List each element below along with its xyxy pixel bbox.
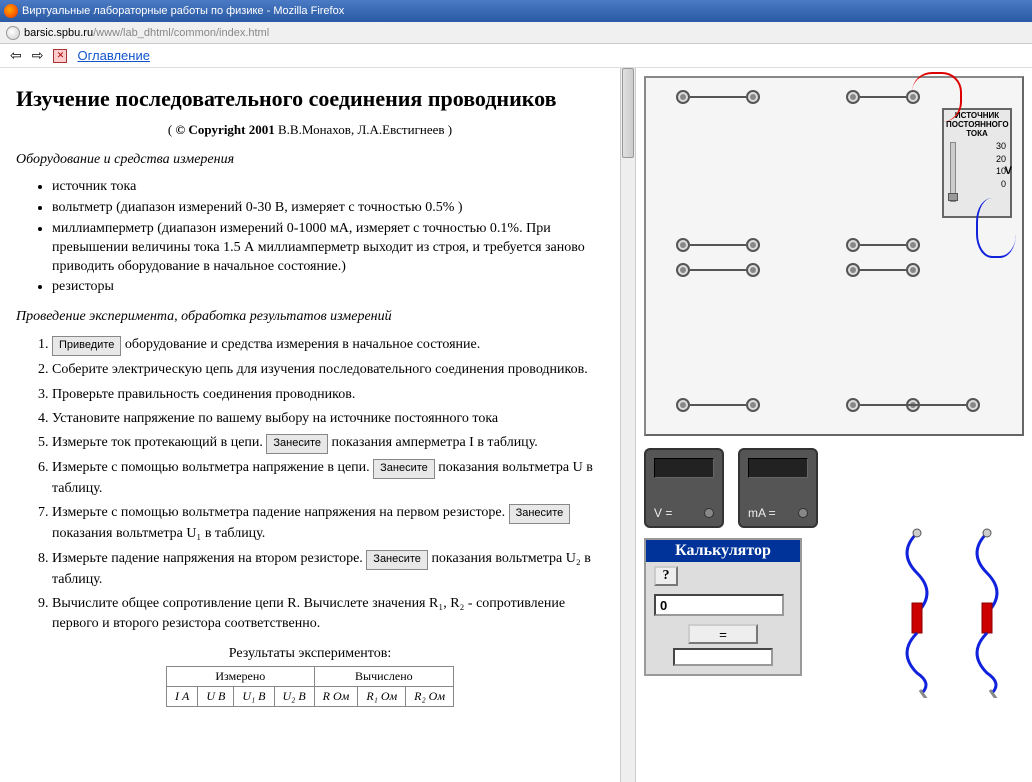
terminal[interactable] [846,238,860,252]
procedure-list: Приведите оборудование и средства измере… [52,335,604,634]
terminal[interactable] [746,398,760,412]
list-item: Приведите оборудование и средства измере… [52,335,604,356]
url-host: barsic.spbu.ru [24,27,93,39]
strip [860,404,966,406]
list-item: источник тока [52,178,604,197]
strip [690,96,746,98]
terminal[interactable] [846,263,860,277]
back-button[interactable]: ⇦ [10,47,22,64]
equipment-heading: Оборудование и средства измерения [16,152,604,168]
procedure-heading: Проведение эксперимента, обработка резул… [16,309,604,325]
strip [860,269,906,271]
power-supply[interactable]: ИСТОЧНИК ПОСТОЯННОГО ТОКА 3020100 V [942,108,1012,218]
resistor-probe[interactable] [962,528,1012,698]
terminal[interactable] [906,238,920,252]
results-table: ИзмереноВычислено I А U В U₁ В U₂ В R Ом… [166,666,454,707]
meter-terminal[interactable] [704,508,714,518]
psu-slider-knob[interactable] [948,193,958,201]
calculator-input[interactable] [654,594,784,616]
globe-icon [6,26,20,40]
copyright: ( © Copyright 2001 В.В.Монахов, Л.А.Евст… [16,122,604,138]
strip [690,244,746,246]
content-pane: Изучение последовательного соединения пр… [0,68,620,782]
list-item: Вычислите общее сопротивление цепи R. Вы… [52,594,604,635]
strip [860,96,906,98]
terminal[interactable] [746,263,760,277]
window-titlebar: Виртуальные лабораторные работы по физик… [0,0,1032,22]
save-button[interactable]: Занесите [509,504,571,524]
terminal[interactable] [676,238,690,252]
terminal[interactable] [746,238,760,252]
list-item: вольтметр (диапазон измерений 0-30 В, из… [52,199,604,218]
list-item: Проверьте правильность соединения провод… [52,385,604,405]
calculator-output [673,648,773,666]
page-toolbar: ⇦ ⇨ ✕ Оглавление [0,44,1032,68]
list-item: Измерьте с помощью вольтметра падение на… [52,503,604,544]
ammeter-display [748,458,808,478]
address-bar[interactable]: barsic.spbu.ru/www/lab_dhtml/common/inde… [0,22,1032,44]
terminal[interactable] [746,90,760,104]
save-button[interactable]: Занесите [373,459,435,479]
ammeter[interactable]: mA = [738,448,818,528]
terminal[interactable] [966,398,980,412]
meter-terminal[interactable] [798,508,808,518]
forward-button[interactable]: ⇨ [32,47,44,64]
meters-row: V = mA = [644,448,1024,528]
results-heading: Результаты экспериментов: [16,646,604,662]
psu-label: ИСТОЧНИК ПОСТОЯННОГО ТОКА [944,110,1010,140]
strip [690,269,746,271]
list-item: Соберите электрическую цепь для изучения… [52,360,604,380]
terminal[interactable] [846,398,860,412]
stop-icon[interactable]: ✕ [53,49,67,63]
psu-unit: V [1005,165,1012,177]
psu-slider-track [950,142,956,202]
firefox-icon [4,4,18,18]
terminal[interactable] [906,263,920,277]
resistor-probe[interactable] [892,528,942,698]
probes [892,528,1012,698]
equipment-list: источник тока вольтметр (диапазон измере… [52,178,604,297]
voltmeter[interactable]: V = [644,448,724,528]
save-button[interactable]: Занесите [366,550,428,570]
strip [690,404,746,406]
save-button[interactable]: Занесите [266,434,328,454]
ammeter-label: mA = [748,506,776,520]
list-item: Установите напряжение по вашему выбору н… [52,409,604,429]
voltmeter-display [654,458,714,478]
list-item: резисторы [52,278,604,297]
calculator-title: Калькулятор [646,540,800,562]
reset-button[interactable]: Приведите [52,336,121,356]
window-title: Виртуальные лабораторные работы по физик… [22,5,344,17]
terminal[interactable] [846,90,860,104]
list-item: Измерьте ток протекающий в цепи. Занесит… [52,433,604,454]
page-title: Изучение последовательного соединения пр… [16,86,604,112]
simulation-pane: ИСТОЧНИК ПОСТОЯННОГО ТОКА 3020100 V V = … [636,68,1032,782]
toc-link[interactable]: Оглавление [77,48,149,63]
terminal[interactable] [906,90,920,104]
strip [860,244,906,246]
list-item: Измерьте с помощью вольтметра напряжение… [52,458,604,499]
circuit-board[interactable]: ИСТОЧНИК ПОСТОЯННОГО ТОКА 3020100 V [644,76,1024,436]
terminal[interactable] [676,90,690,104]
terminal[interactable] [676,263,690,277]
calculator-equals-button[interactable]: = [688,624,758,644]
list-item: миллиамперметр (диапазон измерений 0-100… [52,220,604,277]
url-path: /www/lab_dhtml/common/index.html [93,27,269,39]
terminal[interactable] [676,398,690,412]
list-item: Измерьте падение напряжения на втором ре… [52,549,604,590]
scrollbar[interactable] [620,68,636,782]
calculator: Калькулятор ? = [644,538,802,676]
scroll-thumb[interactable] [622,68,634,158]
voltmeter-label: V = [654,506,672,520]
calculator-help-button[interactable]: ? [654,566,678,586]
